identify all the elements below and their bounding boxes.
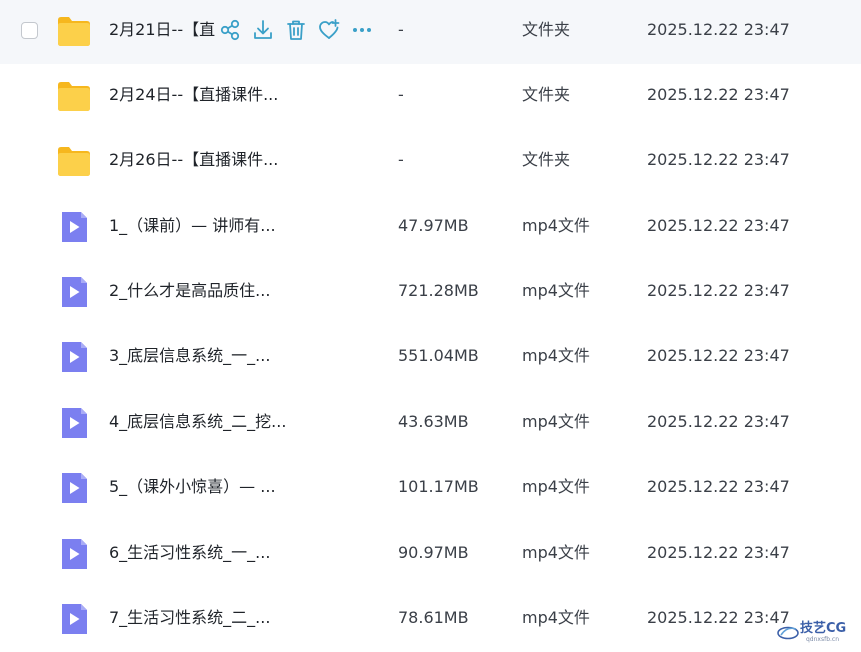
file-date: 2025.12.22 23:47 [647,412,790,431]
file-name[interactable]: 2月26日--【直播课件... [109,149,278,171]
file-name[interactable]: 4_底层信息系统_二_挖... [109,411,286,433]
file-date: 2025.12.22 23:47 [647,281,790,300]
watermark-logo-icon [777,626,799,640]
file-size: 721.28MB [398,281,479,300]
file-size: - [398,150,404,169]
video-file-icon [62,212,87,242]
file-name[interactable]: 1_（课前）— 讲师有... [109,215,276,237]
file-row[interactable]: 4_底层信息系统_二_挖... 43.63MB mp4文件 2025.12.22… [0,392,861,456]
folder-icon [58,17,90,46]
file-row[interactable]: 2月26日--【直播课件... - 文件夹 2025.12.22 23:47 [0,130,861,194]
file-date: 2025.12.22 23:47 [647,150,790,169]
watermark: 技艺CG qdnxsfb.cn [776,621,858,645]
file-type: 文件夹 [522,150,571,169]
file-size: 47.97MB [398,216,469,235]
file-date: 2025.12.22 23:47 [647,85,790,104]
download-icon[interactable] [250,17,276,43]
row-checkbox[interactable] [21,22,38,39]
video-file-icon [62,473,87,503]
more-icon[interactable] [349,17,375,43]
file-row[interactable]: 2月24日--【直播课件... - 文件夹 2025.12.22 23:47 [0,65,861,129]
file-row[interactable]: 1_（课前）— 讲师有... 47.97MB mp4文件 2025.12.22 … [0,196,861,260]
file-row[interactable]: 7_生活习性系统_二_... 78.61MB mp4文件 2025.12.22 … [0,588,861,652]
file-date: 2025.12.22 23:47 [647,346,790,365]
file-type: mp4文件 [522,346,590,365]
file-row[interactable]: 5_（课外小惊喜）— ... 101.17MB mp4文件 2025.12.22… [0,457,861,521]
file-row[interactable]: 3_底层信息系统_一_... 551.04MB mp4文件 2025.12.22… [0,326,861,390]
file-name[interactable]: 2月21日--【直 [109,19,215,41]
file-size: - [398,85,404,104]
file-name[interactable]: 3_底层信息系统_一_... [109,345,270,367]
video-file-icon [62,604,87,634]
file-row[interactable]: 2_什么才是高品质住... 721.28MB mp4文件 2025.12.22 … [0,261,861,325]
delete-icon[interactable] [283,17,309,43]
file-size: 78.61MB [398,608,469,627]
file-name[interactable]: 5_（课外小惊喜）— ... [109,476,276,498]
share-icon[interactable] [217,17,243,43]
watermark-text: 技艺CG [800,621,847,636]
file-type: mp4文件 [522,412,590,431]
file-size: 101.17MB [398,477,479,496]
file-list: 2月21日--【直 - 文件夹 2025.12.22 23:47 2月24日--… [0,0,861,646]
video-file-icon [62,277,87,307]
file-type: mp4文件 [522,608,590,627]
file-size: 43.63MB [398,412,469,431]
file-size: 90.97MB [398,543,469,562]
file-size: - [398,20,404,39]
file-row[interactable]: 6_生活习性系统_一_... 90.97MB mp4文件 2025.12.22 … [0,523,861,587]
folder-icon [58,147,90,176]
file-type: 文件夹 [522,20,571,39]
file-type: mp4文件 [522,477,590,496]
file-row[interactable]: 2月21日--【直 - 文件夹 2025.12.22 23:47 [0,0,861,64]
file-date: 2025.12.22 23:47 [647,608,790,627]
file-type: 文件夹 [522,85,571,104]
file-size: 551.04MB [398,346,479,365]
file-name[interactable]: 2月24日--【直播课件... [109,84,278,106]
watermark-sub: qdnxsfb.cn [806,636,840,643]
file-name[interactable]: 7_生活习性系统_二_... [109,607,270,629]
video-file-icon [62,539,87,569]
file-date: 2025.12.22 23:47 [647,543,790,562]
file-date: 2025.12.22 23:47 [647,20,790,39]
file-type: mp4文件 [522,543,590,562]
file-date: 2025.12.22 23:47 [647,477,790,496]
file-date: 2025.12.22 23:47 [647,216,790,235]
video-file-icon [62,342,87,372]
file-type: mp4文件 [522,216,590,235]
folder-icon [58,82,90,111]
file-type: mp4文件 [522,281,590,300]
video-file-icon [62,408,87,438]
file-name[interactable]: 6_生活习性系统_一_... [109,542,270,564]
favorite-icon[interactable] [316,17,342,43]
file-name[interactable]: 2_什么才是高品质住... [109,280,270,302]
